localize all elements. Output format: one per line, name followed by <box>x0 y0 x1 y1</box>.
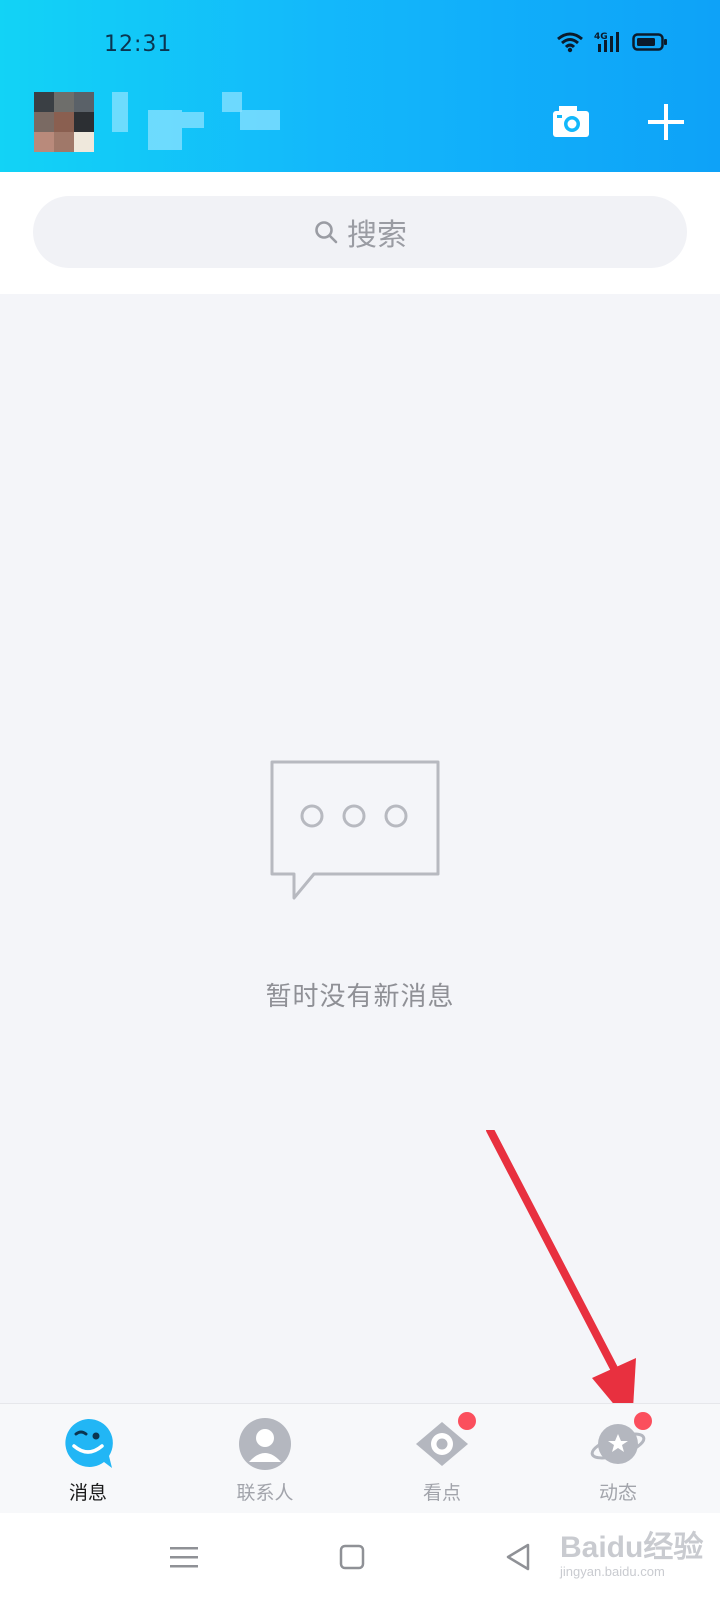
tab-label-dynamics: 动态 <box>598 1482 637 1504</box>
bottom-tab-bar: 消息 联系人 看点 动态 <box>0 1403 720 1513</box>
camera-icon <box>553 106 589 137</box>
status-icons: 4G <box>556 30 668 54</box>
badge-dot <box>458 1412 476 1430</box>
baidu-watermark: Baidu经验 jingyan.baidu.com <box>548 1520 718 1590</box>
tab-dynamics[interactable]: 动态 <box>558 1412 678 1512</box>
signal-icon: 4G <box>594 32 619 52</box>
search-section: 搜索 <box>0 172 720 294</box>
badge-dot <box>634 1412 652 1430</box>
battery-icon <box>632 33 667 51</box>
watermark-sub: jingyan.baidu.com <box>560 1564 665 1579</box>
tab-contacts[interactable]: 联系人 <box>205 1416 325 1512</box>
nickname-blurred <box>112 92 282 152</box>
add-button[interactable] <box>640 96 692 148</box>
tab-label-contacts: 联系人 <box>236 1482 294 1504</box>
chat-bubble-icon <box>270 760 440 900</box>
tab-messages[interactable]: 消息 <box>28 1416 148 1512</box>
plus-icon <box>648 104 684 140</box>
annotation-arrow <box>486 1130 636 1426</box>
home-square-icon <box>339 1544 365 1570</box>
search-icon <box>315 221 338 244</box>
wifi-icon <box>557 32 583 53</box>
contact-icon <box>237 1416 293 1472</box>
menu-icon <box>170 1547 198 1568</box>
tab-label-messages: 消息 <box>68 1482 107 1504</box>
home-button[interactable] <box>330 1535 374 1579</box>
app-header: 12:31 4G <box>0 0 720 172</box>
search-placeholder: 搜索 <box>347 218 407 253</box>
avatar[interactable] <box>34 92 94 152</box>
camera-button[interactable] <box>545 96 597 148</box>
watermark-main: Baidu经验 <box>560 1531 704 1564</box>
chat-face-icon <box>60 1416 116 1472</box>
planet-icon <box>590 1412 652 1472</box>
back-triangle-icon <box>506 1543 530 1571</box>
tab-kandian[interactable]: 看点 <box>382 1412 502 1512</box>
search-input[interactable]: 搜索 <box>33 196 687 268</box>
status-time: 12:31 <box>104 32 173 57</box>
back-button[interactable] <box>496 1535 540 1579</box>
menu-button[interactable] <box>162 1535 206 1579</box>
tab-label-kandian: 看点 <box>422 1482 461 1504</box>
empty-message: 暂时没有新消息 <box>265 982 455 1012</box>
eye-icon <box>414 1412 476 1472</box>
